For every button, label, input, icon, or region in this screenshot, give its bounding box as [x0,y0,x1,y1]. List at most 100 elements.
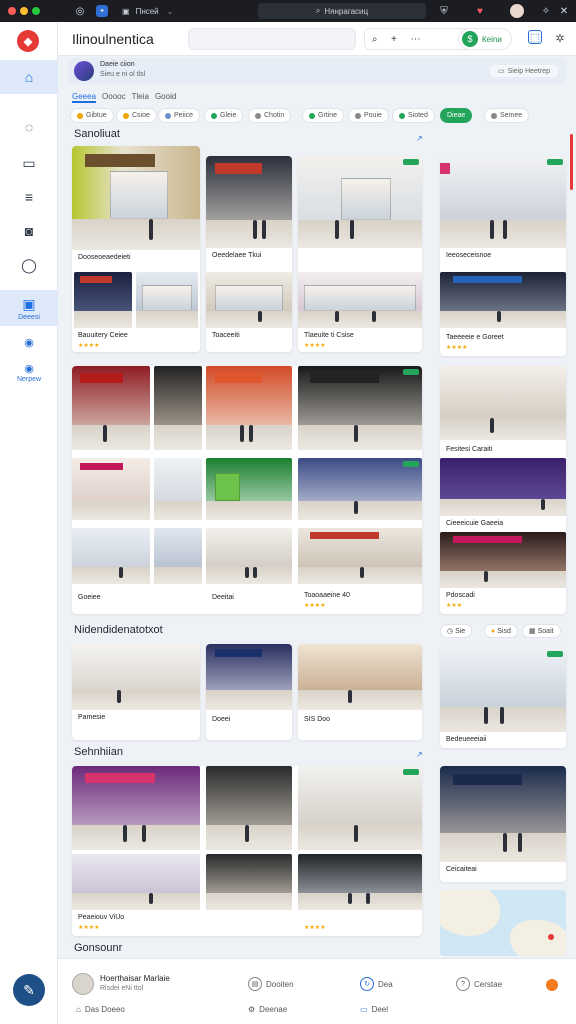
rail-globe[interactable]: ◉ Nerpew [0,356,58,388]
rail-chat[interactable]: ◯ [0,248,58,282]
bottom-nav-item[interactable]: ▤ Dooiten [248,977,294,991]
filter-chip[interactable]: Peiice [158,108,201,123]
store-card[interactable]: Bedeueeeiaii [440,648,566,748]
side-pill[interactable]: ▦ Soait [522,624,561,638]
bottom-link-label: Deel [371,1005,389,1014]
minimize-window-button[interactable] [20,7,28,15]
bottom-link[interactable]: ⌂ Das Doeeo [76,1005,125,1014]
rating-stars: ★★★★ [446,345,468,351]
bottom-nav-item[interactable]: ↻ Dea [360,977,393,991]
search-icon[interactable]: ⌕ [372,34,378,45]
store-card[interactable]: Dooseoeaedeieti Bauuitery Ceiee ★★★★ [72,146,200,352]
compose-button[interactable]: ✎ [13,974,45,1006]
store-card[interactable]: Ieeoseceisnoe Taeeeeie e Goreet ★★★★ [440,156,566,356]
close-window-button[interactable] [8,7,16,15]
chip-dot-icon [77,112,83,119]
add-icon[interactable]: + [391,34,397,45]
store-caption: Bedeueeeiaii [446,736,487,743]
store-grid-card[interactable]: Peaeiouv ViUo ★★★★ ★★★★ [72,766,422,936]
store-caption: Dooseoeaedeieti [78,254,131,261]
side-pill[interactable]: ● Sisd [484,624,518,638]
notification-icon[interactable]: ♥ [472,3,488,19]
store-card[interactable]: Fesitesi Caraiti Cieeeicuie Gaeeia Pdosc… [440,366,566,614]
bell-icon: ◌ [24,119,34,135]
chip-dot-icon [123,112,129,119]
brand-logo-icon[interactable]: ◆ [17,30,39,52]
filter-chip-active[interactable]: Dieae [440,108,473,123]
store-caption: Bauuitery Ceiee [78,332,128,339]
github-icon[interactable]: ◎ [72,3,88,19]
tab-1[interactable]: Ooooc [102,92,126,103]
store-card[interactable]: Doeei [206,644,292,740]
tab-3[interactable]: Gooid [155,92,176,103]
app-icon[interactable]: ✦ [96,5,108,17]
location-icon: ◉ [24,336,34,349]
filter-chip[interactable]: Sioted [392,108,435,123]
bottom-nav-item[interactable]: ? Cerstae [456,977,502,991]
rail-home[interactable]: ⌂ [0,60,58,94]
chip-label: Chotin [264,112,285,119]
chevron-right-icon[interactable]: ↗ [416,750,423,759]
rail-inbox[interactable]: ▭ [0,146,58,180]
url-bar[interactable]: ⌕ Нянрагасиц [258,3,426,19]
more-icon[interactable]: ⋯ [411,34,421,45]
profile-avatar[interactable] [510,4,524,18]
store-sign [84,154,156,167]
bottom-link[interactable]: ▭ Deel [360,1005,388,1014]
search-input[interactable] [188,28,356,50]
rail-notifications[interactable]: ◌ [0,110,58,144]
shield-icon[interactable]: ⛨ [436,3,452,19]
store-card[interactable]: Oeedelaee Tkui Toaceeiti [206,156,292,352]
side-pill[interactable]: ◷ Sie [440,624,473,638]
avatar[interactable] [74,61,94,81]
bookmark-icon[interactable]: ⬚ [528,30,542,44]
store-caption: Cieeeicuie Gaeeia [446,520,504,527]
tab-2[interactable]: Tleia [132,92,149,103]
bottom-link[interactable]: ⚙ Deenae [248,1005,287,1014]
scroll-indicator[interactable] [570,134,573,190]
user-action[interactable]: ▭ Sieip Heetrep [489,65,558,77]
store-caption: Taeeeeie e Goreet [446,334,504,341]
filter-chip[interactable]: Gibtue [70,108,114,123]
primary-action-button[interactable]: $ Кеinи [458,28,512,50]
left-rail: ◆ ⌂ ◌ ▭ ≡ ◙ ◯ ▣ Deeesi ◉ ◉ Nerpew ✎ [0,22,58,1024]
settings-icon[interactable]: ✲ [552,30,568,46]
filter-chip[interactable]: Semee [484,108,530,123]
pill-label: Sisd [497,627,511,635]
store-photo [154,458,202,520]
filter-chip[interactable]: Grtine [302,108,345,123]
rail-camera[interactable]: ◙ [0,214,58,248]
store-card[interactable]: Tlaeuite ti Csise ★★★★ [298,156,422,352]
filter-chip[interactable]: Gleie [204,108,244,123]
store-photo [206,156,292,248]
filter-chip[interactable]: Chotin [248,108,292,123]
rating-stars: ★★★★ [78,343,100,349]
filter-bar: Gibtue Csioe Peiice Gleie Chotin Grtine … [70,108,570,124]
settings-icon[interactable]: ✧ [538,3,554,19]
store-grid-card[interactable]: Goeiee Deeitai Toaoaaeine 40 ★★★★ [72,366,422,614]
user-meta: Sieu e ni ol tlsl [100,71,146,78]
filter-chip[interactable]: Pouie [348,108,389,123]
rail-location[interactable]: ◉ [0,328,58,356]
app-header: Ilinoulnentica ⌕ + ⋯ $ Кеinи ⬚ ✲ [58,22,576,56]
rating-stars: ★★★★ [78,925,100,931]
browser-tab[interactable]: ▣ Пнсей ⌄ [122,3,178,19]
rail-stores[interactable]: ▣ Deeesi [0,290,58,326]
maximize-window-button[interactable] [32,7,40,15]
account-avatar[interactable] [72,973,94,995]
map-preview[interactable] [440,890,566,956]
rail-menu[interactable]: ≡ [0,180,58,214]
bottom-nav-label: Cerstae [474,979,503,989]
store-card[interactable]: Ceicaiteai [440,766,566,882]
store-photo [206,528,292,584]
store-caption: Toaoaaeine 40 [304,592,350,599]
chevron-right-icon[interactable]: ↗ [416,134,423,143]
filter-chip[interactable]: Csioe [116,108,157,123]
rating-stars: ★★★ [446,603,463,609]
tab-label: Пнсей [135,6,159,16]
store-card[interactable]: SIS Doo [298,644,422,740]
section-title: Sanoliuat [74,128,120,140]
store-card[interactable]: Pamesie [72,644,200,740]
close-icon[interactable]: ✕ [556,3,572,19]
tab-0[interactable]: Geeea [72,92,97,103]
